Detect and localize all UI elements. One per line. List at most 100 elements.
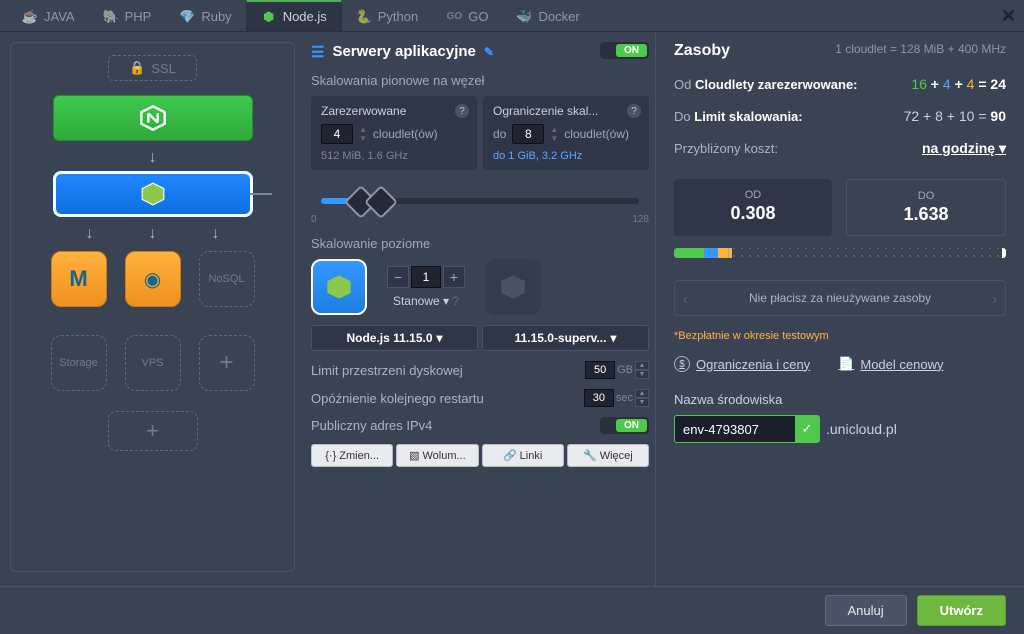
balancer-tile[interactable] bbox=[53, 95, 253, 141]
link-icon: 🔗 bbox=[503, 449, 517, 462]
usage-bar bbox=[674, 248, 1006, 258]
price-to-card: DO 1.638 bbox=[846, 179, 1006, 236]
env-name-label: Nazwa środowiska bbox=[674, 392, 1006, 407]
tab-python[interactable]: 🐍Python bbox=[342, 0, 432, 31]
db-icon: ◉ bbox=[144, 267, 161, 292]
restart-input[interactable] bbox=[584, 389, 614, 407]
limit-card: ? Ograniczenie skal... do ▲▼ cloudlet(ów… bbox=[483, 96, 649, 170]
instance-count: 1 bbox=[411, 266, 441, 288]
section-title: ☰ Serwery aplikacyjne ✎ ON bbox=[311, 42, 649, 61]
spin-down[interactable]: ▼ bbox=[635, 370, 649, 379]
dollar-icon: $ bbox=[674, 356, 690, 372]
topology-panel: 🔒 SSL ↓ ↓ ↓ ↓ M ◉ NoSQL Storage V bbox=[10, 42, 295, 572]
storage-tile[interactable]: Storage bbox=[51, 335, 107, 391]
limit-cloudlets-input[interactable] bbox=[512, 124, 544, 144]
tab-java[interactable]: ☕JAVA bbox=[8, 0, 89, 31]
node-ghost-icon bbox=[485, 259, 541, 315]
slider-handle-limit[interactable] bbox=[369, 190, 393, 214]
reserved-cloudlets-row: Od Cloudlety zarezerwowane: 16 + 4 + 4 =… bbox=[674, 76, 1006, 92]
var-icon: {·} bbox=[325, 450, 336, 462]
spinner-icon[interactable]: ▲▼ bbox=[550, 125, 558, 143]
edit-icon[interactable]: ✎ bbox=[484, 45, 494, 59]
links-button[interactable]: 🔗Linki bbox=[482, 444, 564, 467]
decrement-button[interactable]: − bbox=[387, 266, 409, 288]
stateful-dropdown[interactable]: Stanowe ▾ ? bbox=[393, 294, 459, 308]
disk-input[interactable] bbox=[585, 361, 615, 379]
free-trial-note: *Bezpłatnie w okresie testowym bbox=[674, 330, 1006, 342]
nosql-tile[interactable]: NoSQL bbox=[199, 251, 255, 307]
spin-up[interactable]: ▲ bbox=[635, 389, 649, 398]
arrow-down-icon: ↓ bbox=[149, 225, 157, 243]
php-icon: 🐘 bbox=[103, 9, 119, 25]
python-icon: 🐍 bbox=[356, 9, 372, 25]
volumes-button[interactable]: ▧Wolum... bbox=[396, 444, 478, 467]
tab-nodejs[interactable]: ⬢Node.js bbox=[246, 0, 342, 31]
horizontal-scaling-label: Skalowanie poziome bbox=[311, 236, 649, 251]
spinner-icon[interactable]: ▲▼ bbox=[359, 125, 367, 143]
vps-tile[interactable]: VPS bbox=[125, 335, 181, 391]
help-icon[interactable]: ? bbox=[455, 104, 469, 118]
restart-delay-row: Opóźnienie kolejnego restartu sec ▲▼ bbox=[311, 389, 649, 407]
lock-icon: 🔒 bbox=[129, 60, 145, 76]
mysql-icon: M bbox=[69, 266, 87, 292]
node-instance-icon bbox=[311, 259, 367, 315]
language-tabs: ☕JAVA 🐘PHP 💎Ruby ⬢Node.js 🐍Python GOGO 🐳… bbox=[0, 0, 1024, 32]
sql-db-tile[interactable]: M bbox=[51, 251, 107, 307]
tab-docker[interactable]: 🐳Docker bbox=[502, 0, 593, 31]
cancel-button[interactable]: Anuluj bbox=[825, 595, 907, 626]
increment-button[interactable]: + bbox=[443, 266, 465, 288]
arrow-down-icon: ↓ bbox=[212, 225, 220, 243]
env-domain: .unicloud.pl bbox=[826, 421, 897, 437]
go-icon: GO bbox=[446, 9, 462, 25]
nodejs-tile-icon bbox=[140, 181, 166, 207]
app-server-tile[interactable] bbox=[53, 171, 253, 217]
vertical-scaling-label: Skalowania pionowe na węzeł bbox=[311, 73, 649, 88]
nodejs-icon bbox=[325, 273, 353, 301]
arrow-down-icon: ↓ bbox=[149, 149, 157, 167]
wrench-icon: 🔧 bbox=[583, 449, 597, 462]
document-icon: 📄 bbox=[838, 356, 854, 372]
sql-db-tile-2[interactable]: ◉ bbox=[125, 251, 181, 307]
variables-button[interactable]: {·}Zmien... bbox=[311, 444, 393, 467]
ssl-button[interactable]: 🔒 SSL bbox=[108, 55, 197, 81]
arrow-down-icon: ↓ bbox=[86, 225, 94, 243]
scaling-limit-row: Do Limit skalowania: 72 + 8 + 10 = 90 bbox=[674, 108, 1006, 124]
dialog-footer: Anuluj Utwórz bbox=[0, 586, 1024, 634]
help-icon[interactable]: ? bbox=[627, 104, 641, 118]
version-dropdown[interactable]: Node.js 11.15.0 ▾ bbox=[311, 325, 478, 351]
info-carousel: ‹ Nie płacisz za nieużywane zasoby › bbox=[674, 280, 1006, 316]
cloudlet-slider[interactable]: 0 128 bbox=[311, 182, 649, 222]
ruby-icon: 💎 bbox=[179, 9, 195, 25]
ipv4-toggle[interactable]: ON bbox=[600, 417, 649, 434]
price-from-card: OD 0.308 bbox=[674, 179, 832, 236]
create-button[interactable]: Utwórz bbox=[917, 595, 1006, 626]
env-name-input[interactable] bbox=[675, 417, 795, 442]
chevron-left-icon[interactable]: ‹ bbox=[683, 291, 688, 307]
tab-go[interactable]: GOGO bbox=[432, 0, 502, 31]
close-icon[interactable]: ✕ bbox=[1001, 6, 1016, 27]
tag-dropdown[interactable]: 11.15.0-superv... ▾ bbox=[482, 325, 649, 351]
add-tile[interactable]: + bbox=[199, 335, 255, 391]
cost-row: Przybliżony koszt: na godzinę ▾ bbox=[674, 140, 1006, 157]
tab-ruby[interactable]: 💎Ruby bbox=[165, 0, 245, 31]
pricing-link[interactable]: $Ograniczenia i ceny bbox=[674, 356, 810, 372]
reserved-card: ? Zarezerwowane ▲▼ cloudlet(ów) 512 MiB,… bbox=[311, 96, 477, 170]
nginx-icon bbox=[139, 104, 167, 132]
menu-icon: ☰ bbox=[311, 43, 324, 61]
chevron-right-icon[interactable]: › bbox=[992, 291, 997, 307]
spin-down[interactable]: ▼ bbox=[635, 398, 649, 407]
volumes-icon: ▧ bbox=[409, 449, 419, 462]
reserved-spec: 512 MiB, 1.6 GHz bbox=[321, 150, 467, 162]
ipv4-row: Publiczny adres IPv4 ON bbox=[311, 417, 649, 434]
cloudlet-definition: 1 cloudlet = 128 MiB + 400 MHz bbox=[835, 42, 1006, 56]
more-button[interactable]: 🔧Więcej bbox=[567, 444, 649, 467]
add-layer-button[interactable]: + bbox=[108, 411, 198, 451]
reserved-cloudlets-input[interactable] bbox=[321, 124, 353, 144]
spin-up[interactable]: ▲ bbox=[635, 361, 649, 370]
enable-toggle[interactable]: ON bbox=[600, 42, 649, 61]
docker-icon: 🐳 bbox=[516, 9, 532, 25]
cost-period-dropdown[interactable]: na godzinę ▾ bbox=[922, 140, 1006, 157]
tab-php[interactable]: 🐘PHP bbox=[89, 0, 166, 31]
nodejs-icon: ⬢ bbox=[261, 9, 277, 25]
pricing-model-link[interactable]: 📄Model cenowy bbox=[838, 356, 943, 372]
